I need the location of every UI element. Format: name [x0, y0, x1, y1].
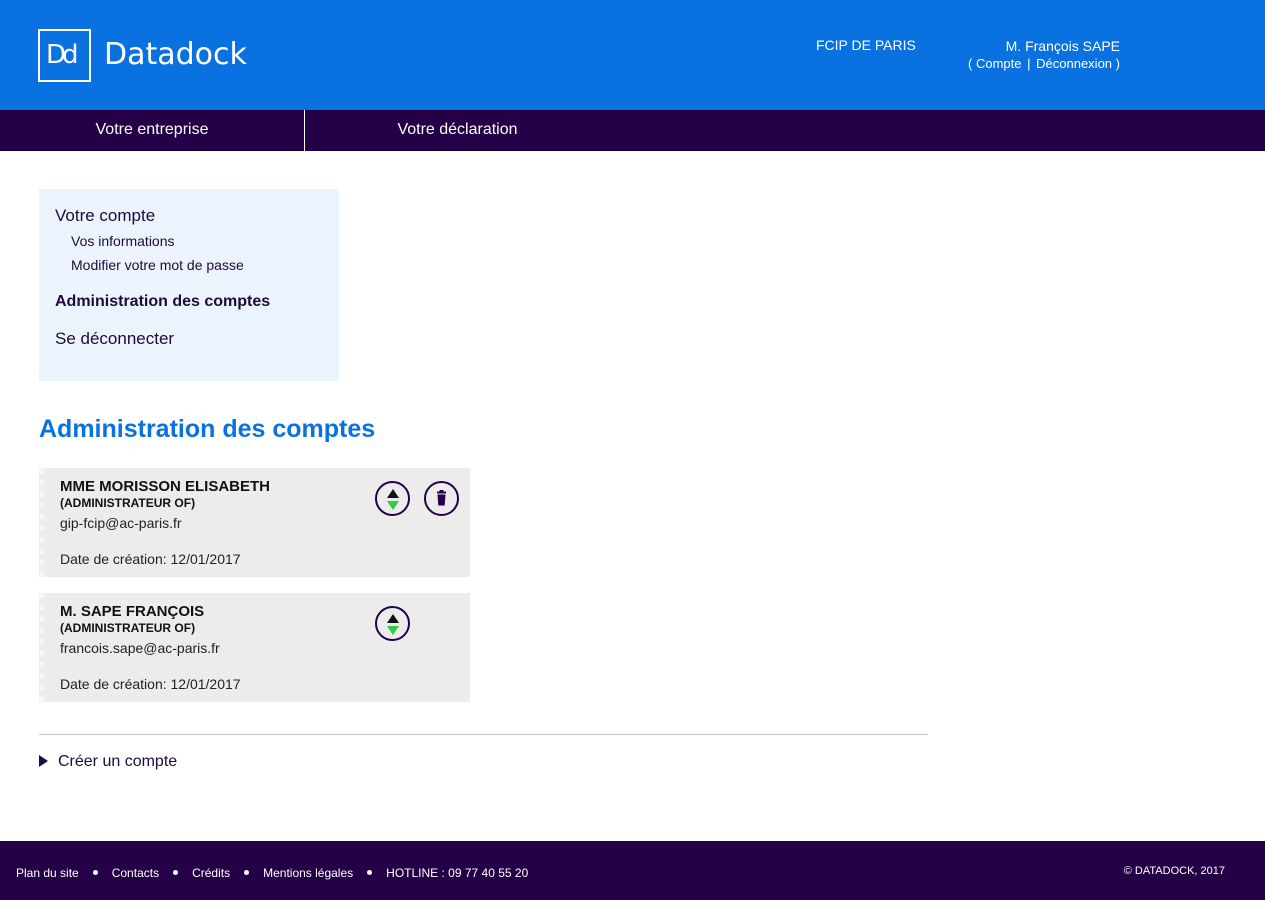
- logo-text[interactable]: Datadock: [104, 37, 247, 72]
- sidebar-section-admin[interactable]: Administration des comptes: [55, 293, 270, 311]
- change-role-button[interactable]: [375, 481, 410, 516]
- account-created-date: Date de création: 12/01/2017: [60, 676, 241, 692]
- user-name: M. François SAPE: [1005, 38, 1120, 54]
- create-account-link[interactable]: Créer un compte: [39, 753, 177, 771]
- account-link[interactable]: Compte: [976, 56, 1022, 71]
- arrow-up-icon: [387, 614, 399, 623]
- sidebar-section-logout[interactable]: Se déconnecter: [55, 329, 174, 349]
- datadock-logo-mark[interactable]: Dd: [38, 29, 91, 82]
- logout-link[interactable]: Déconnexion: [1036, 56, 1112, 71]
- delete-account-button[interactable]: [424, 481, 459, 516]
- account-email: francois.sape@ac-paris.fr: [60, 640, 220, 656]
- trash-icon: [437, 490, 446, 506]
- site-header: Dd Datadock FCIP DE PARIS M. François SA…: [0, 0, 1265, 110]
- divider: [39, 734, 928, 735]
- account-role: (ADMINISTRATEUR OF): [60, 496, 196, 510]
- bullet-icon: [173, 870, 179, 876]
- create-account-label: Créer un compte: [58, 753, 178, 770]
- footer-links: Plan du site Contacts Crédits Mentions léga…: [16, 866, 528, 880]
- footer-link-sitemap[interactable]: Plan du site: [16, 866, 79, 880]
- page-title: Administration des comptes: [39, 415, 376, 443]
- sidebar-section-account[interactable]: Votre compte: [55, 206, 155, 226]
- footer-link-legal[interactable]: Mentions légales: [263, 866, 353, 880]
- account-card: MME MORISSON ELISABETH (ADMINISTRATEUR O…: [39, 468, 470, 577]
- arrow-up-icon: [387, 489, 399, 498]
- footer-copyright: © DATADOCK, 2017: [1123, 865, 1225, 877]
- account-sidebar: Votre compte Vos informations Modifier v…: [39, 189, 339, 381]
- organization-name: FCIP DE PARIS: [816, 37, 916, 53]
- footer-link-contacts[interactable]: Contacts: [112, 866, 159, 880]
- user-links: ( Compte | Déconnexion ): [968, 56, 1120, 71]
- footer-hotline: HOTLINE : 09 77 40 55 20: [386, 866, 529, 880]
- bullet-icon: [367, 870, 373, 876]
- nav-item-entreprise[interactable]: Votre entreprise: [0, 110, 305, 151]
- account-name: MME MORISSON ELISABETH: [60, 478, 271, 495]
- bullet-icon: [92, 870, 98, 876]
- sidebar-item-password[interactable]: Modifier votre mot de passe: [71, 257, 244, 273]
- account-email: gip-fcip@ac-paris.fr: [60, 515, 182, 531]
- site-footer: Plan du site Contacts Crédits Mentions léga…: [0, 841, 1265, 900]
- paren-close: ): [1115, 56, 1120, 71]
- account-card: M. SAPE FRANÇOIS (ADMINISTRATEUR OF) fra…: [39, 593, 470, 702]
- bullet-icon: [244, 870, 250, 876]
- sidebar-item-informations[interactable]: Vos informations: [71, 233, 175, 249]
- change-role-button[interactable]: [375, 606, 410, 641]
- arrow-down-icon: [387, 626, 399, 635]
- nav-item-declaration[interactable]: Votre déclaration: [305, 110, 610, 151]
- arrow-down-icon: [387, 501, 399, 510]
- link-separator: |: [1027, 56, 1031, 71]
- paren-open: (: [968, 56, 973, 71]
- account-created-date: Date de création: 12/01/2017: [60, 551, 241, 567]
- main-nav: Votre entreprise Votre déclaration: [0, 110, 1265, 151]
- account-name: M. SAPE FRANÇOIS: [60, 603, 205, 620]
- account-role: (ADMINISTRATEUR OF): [60, 621, 196, 635]
- footer-link-credits[interactable]: Crédits: [192, 866, 230, 880]
- triangle-right-icon: [39, 754, 48, 767]
- logo-mark-text: Dd: [46, 40, 78, 70]
